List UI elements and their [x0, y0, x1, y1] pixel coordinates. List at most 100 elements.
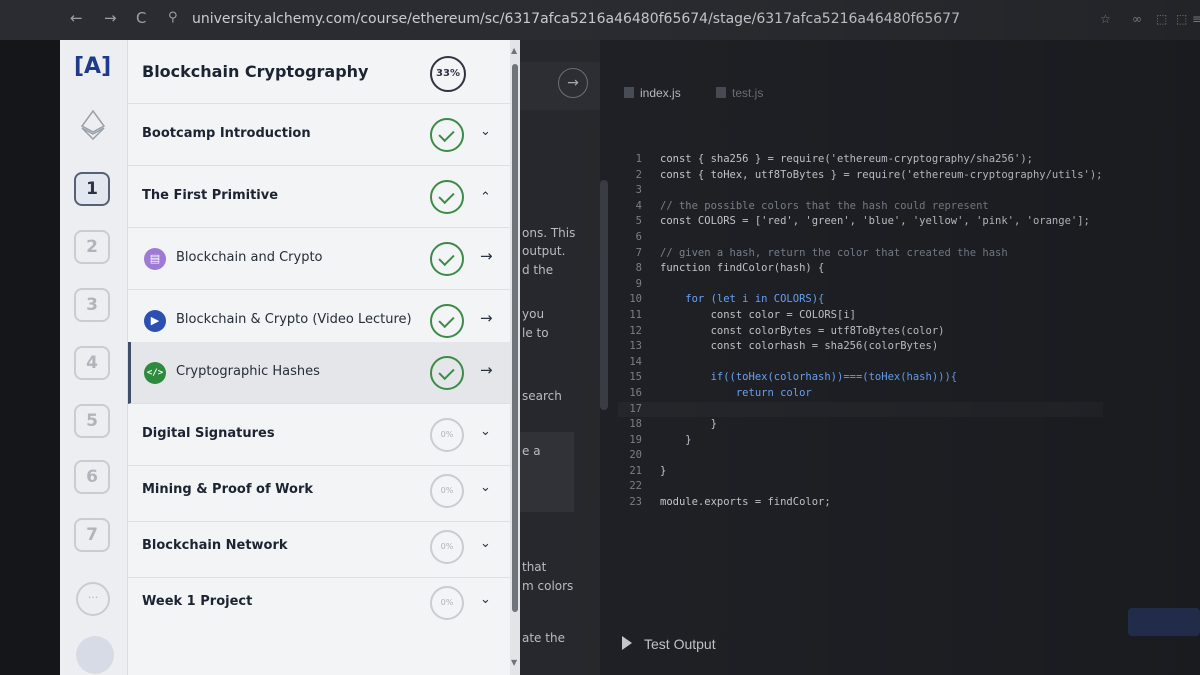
- code-text: const color = COLORS[i]: [660, 308, 856, 321]
- code-text: }: [660, 433, 692, 446]
- week-6-button[interactable]: 6: [74, 460, 110, 494]
- line-number: 5: [635, 215, 642, 228]
- week-2-button[interactable]: 2: [74, 230, 110, 264]
- chevron-up-icon[interactable]: ⌃: [480, 190, 491, 205]
- code-line[interactable]: 14: [618, 355, 1103, 371]
- code-text: const { sha256 } = require('ethereum-cry…: [660, 153, 1033, 165]
- code-line[interactable]: 8 function findColor(hash) {: [618, 261, 1103, 277]
- code-line[interactable]: 13 const colorhash = sha256(colorBytes): [618, 339, 1103, 355]
- editor-tabs: index.js test.js: [600, 78, 1200, 110]
- line-number: 19: [629, 433, 642, 446]
- line-number: 2: [635, 168, 642, 181]
- code-line[interactable]: 11 const color = COLORS[i]: [618, 308, 1103, 324]
- extension-icon[interactable]: ∞: [1132, 12, 1142, 26]
- course-progress-ring: 33%: [430, 56, 466, 92]
- line-number: 23: [629, 496, 642, 509]
- scroll-up-icon[interactable]: ▲: [511, 46, 517, 55]
- alchemy-logo[interactable]: [A]: [74, 54, 111, 79]
- code-text: module.exports = findColor;: [660, 496, 831, 509]
- address-bar[interactable]: university.alchemy.com/course/ethereum/s…: [192, 11, 960, 27]
- file-icon: [624, 87, 634, 98]
- line-number: 14: [629, 355, 642, 368]
- code-line[interactable]: 20: [618, 448, 1103, 464]
- profile-icon[interactable]: ⬚: [1176, 12, 1187, 26]
- next-arrow-button[interactable]: →: [558, 68, 588, 98]
- drawer-scrollbar[interactable]: ▲ ▼: [510, 40, 520, 675]
- code-line[interactable]: 23 module.exports = findColor;: [618, 495, 1103, 511]
- code-line[interactable]: 9: [618, 277, 1103, 293]
- code-line[interactable]: 18 }: [618, 417, 1103, 433]
- code-line[interactable]: 7 // given a hash, return the color that …: [618, 246, 1103, 262]
- run-button[interactable]: [1128, 608, 1200, 636]
- code-line[interactable]: 2 const { toHex, utf8ToBytes } = require(…: [618, 168, 1103, 184]
- progress-ring: 0%: [430, 530, 464, 564]
- arrow-right-icon[interactable]: →: [480, 361, 493, 379]
- avatar[interactable]: [76, 636, 114, 674]
- line-number: 7: [635, 246, 642, 259]
- lesson-text: that: [522, 560, 547, 574]
- arrow-right-icon[interactable]: →: [480, 247, 493, 265]
- chevron-down-icon[interactable]: ⌄: [480, 592, 491, 607]
- code-text: const colorhash = sha256(colorBytes): [660, 340, 939, 353]
- page-background-left: [0, 40, 60, 675]
- week-1-button[interactable]: 1: [74, 172, 110, 206]
- site-info-icon[interactable]: ⚲: [168, 10, 178, 25]
- line-number: 1: [635, 153, 642, 165]
- complete-check-icon: [430, 118, 464, 152]
- code-line[interactable]: 10 for (let i in COLORS){: [618, 292, 1103, 308]
- reload-button[interactable]: C: [136, 9, 146, 27]
- lesson-blockchain-and-crypto[interactable]: ▤ Blockchain and Crypto →: [128, 228, 510, 290]
- ethereum-icon[interactable]: [80, 110, 106, 140]
- chevron-down-icon[interactable]: ⌄: [480, 424, 491, 439]
- document-icon: ▤: [144, 248, 166, 270]
- chevron-down-icon[interactable]: ⌄: [480, 536, 491, 551]
- test-output-toggle[interactable]: Test Output: [622, 636, 716, 652]
- scroll-down-icon[interactable]: ▼: [511, 658, 517, 667]
- section-week-1-project[interactable]: Week 1 Project 0% ⌄: [128, 572, 510, 634]
- line-number: 11: [629, 308, 642, 321]
- section-bootcamp-introduction[interactable]: Bootcamp Introduction ⌄: [128, 104, 510, 166]
- week-3-button[interactable]: 3: [74, 288, 110, 322]
- code-line[interactable]: 16 return color: [618, 386, 1103, 402]
- chevron-down-icon[interactable]: ⌄: [480, 124, 491, 139]
- code-area[interactable]: 1 const { sha256 } = require('ethereum-cr…: [618, 152, 1103, 511]
- bookmark-star-icon[interactable]: ☆: [1100, 12, 1111, 26]
- week-7-button[interactable]: 7: [74, 518, 110, 552]
- tab-index-js[interactable]: index.js: [624, 86, 681, 100]
- code-line[interactable]: 21}: [618, 464, 1103, 480]
- code-line[interactable]: 19 }: [618, 433, 1103, 449]
- section-blockchain-network[interactable]: Blockchain Network 0% ⌄: [128, 516, 510, 578]
- extensions-puzzle-icon[interactable]: ⬚: [1156, 12, 1167, 26]
- chevron-down-icon[interactable]: ⌄: [480, 480, 491, 495]
- code-editor[interactable]: index.js test.js 1 const { sha256 } = req…: [600, 40, 1200, 675]
- code-line[interactable]: 3: [618, 183, 1103, 199]
- code-line[interactable]: 15 if((toHex(colorhash))===(toHex(hash))…: [618, 370, 1103, 386]
- scrollbar-thumb[interactable]: [512, 64, 518, 612]
- code-line[interactable]: 12 const colorBytes = utf8ToBytes(color): [618, 324, 1103, 340]
- code-line[interactable]: 17: [618, 401, 1103, 418]
- code-line[interactable]: 6: [618, 230, 1103, 246]
- forward-button[interactable]: →: [104, 9, 117, 27]
- section-the-first-primitive[interactable]: The First Primitive ⌃: [128, 166, 510, 228]
- editor-scrollbar[interactable]: [600, 180, 608, 410]
- tab-test-js[interactable]: test.js: [716, 86, 763, 100]
- code-line[interactable]: 22: [618, 479, 1103, 495]
- lesson-text: le to: [522, 326, 549, 340]
- browser-toolbar: ← → C ⚲ university.alchemy.com/course/et…: [0, 0, 1200, 40]
- back-button[interactable]: ←: [70, 9, 83, 27]
- section-digital-signatures[interactable]: Digital Signatures 0% ⌄: [128, 404, 510, 466]
- section-mining-proof-of-work[interactable]: Mining & Proof of Work 0% ⌄: [128, 460, 510, 522]
- week-5-button[interactable]: 5: [74, 404, 110, 438]
- more-weeks-button[interactable]: ···: [76, 582, 110, 616]
- code-line[interactable]: 1 const { sha256 } = require('ethereum-cr…: [618, 152, 1103, 168]
- code-text: if((toHex(colorhash))===(toHex(hash))){: [660, 371, 958, 384]
- week-4-button[interactable]: 4: [74, 346, 110, 380]
- lesson-cryptographic-hashes[interactable]: </> Cryptographic Hashes →: [128, 342, 510, 404]
- code-line[interactable]: 5 const COLORS = ['red', 'green', 'blue',…: [618, 214, 1103, 230]
- arrow-right-icon[interactable]: →: [480, 309, 493, 327]
- section-label: Bootcamp Introduction: [142, 126, 311, 141]
- menu-icon[interactable]: ≡: [1192, 12, 1200, 26]
- code-line[interactable]: 4 // the possible colors that the hash co…: [618, 199, 1103, 215]
- line-number: 21: [629, 464, 642, 477]
- lesson-content: → ons. This output. d the you le to sear…: [520, 40, 600, 675]
